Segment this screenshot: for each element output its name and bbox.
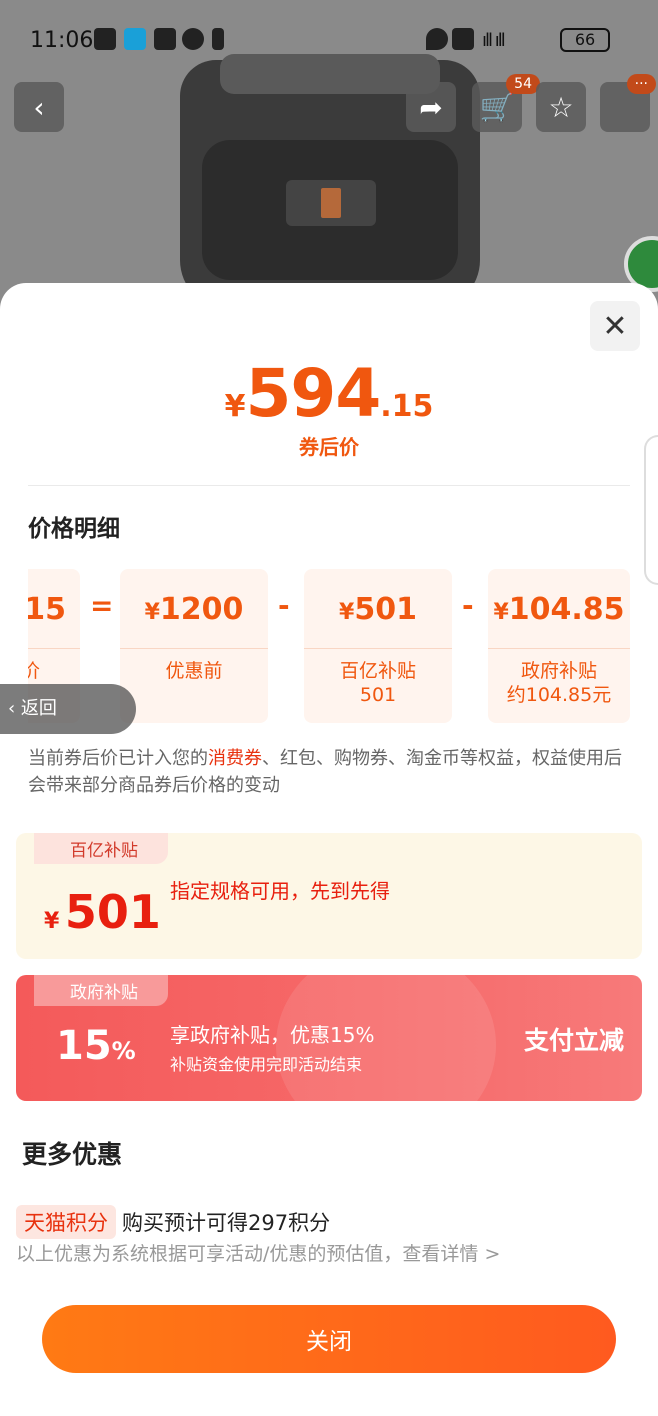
gov-percent: 15%: [56, 1023, 136, 1069]
subsidy-tag: 百亿补贴: [34, 833, 168, 864]
tmall-points-tag: 天猫积分: [16, 1205, 116, 1239]
subsidy-desc: 指定规格可用，先到先得: [170, 879, 390, 903]
chevron-left-icon: ‹: [33, 90, 45, 124]
price-label: 券后价: [299, 435, 359, 459]
gov-subsidy-card[interactable]: 政府补贴 15% 享政府补贴，优惠15% 补贴资金使用完即活动结束 支付立减: [16, 975, 642, 1101]
nfc-icon: [154, 28, 176, 50]
alarm-icon: [182, 28, 204, 50]
pay-discount-button[interactable]: 支付立减: [524, 1021, 624, 1057]
gov-line2: 补贴资金使用完即活动结束: [170, 1055, 363, 1074]
more-offers-title: 更多优惠: [22, 1140, 123, 1169]
breakdown-card-original: ¥1200 优惠前: [120, 569, 268, 723]
cart-icon: 🛒: [479, 90, 515, 124]
coupon-link[interactable]: 消费券: [208, 748, 262, 769]
gov-line1: 享政府补贴，优惠15%: [170, 1023, 375, 1047]
signal-icon: ıll ıll: [482, 30, 506, 51]
subsidy-card[interactable]: 百亿补贴 ¥ 501 指定规格可用，先到先得: [16, 833, 642, 959]
tmall-points-row: 天猫积分 购买预计可得297积分: [16, 1205, 330, 1239]
share-button[interactable]: ➦: [406, 82, 456, 132]
status-time: 11:06: [30, 28, 94, 53]
location-icon: [426, 28, 448, 50]
close-button[interactable]: 关闭: [42, 1305, 616, 1373]
minus-sign: -: [278, 589, 290, 622]
more-button[interactable]: ···: [600, 74, 656, 132]
cart-badge: 54: [506, 74, 540, 94]
price-note: 当前券后价已计入您的消费券、红包、购物券、淘金币等权益，权益使用后会带来部分商品…: [28, 748, 622, 796]
divider: [28, 485, 630, 486]
favorite-button[interactable]: ☆: [536, 82, 586, 132]
details-link[interactable]: 以上优惠为系统根据可享活动/优惠的预估值，查看详情 >: [16, 1239, 500, 1266]
breakdown-card-subsidy: ¥501 百亿补贴 501: [304, 569, 452, 723]
breakdown-title: 价格明细: [28, 516, 120, 542]
app-notification-icon: [94, 28, 116, 50]
star-icon: ☆: [548, 90, 574, 124]
price-detail-sheet: ✕ ¥594.15 券后价 价格明细 .15 价 = ¥1200 优惠前 - ¥…: [0, 283, 658, 1416]
mute-icon: [452, 28, 474, 50]
status-bar: 11:06 ıll ıll 66: [0, 0, 658, 78]
gov-tag: 政府补贴: [34, 975, 168, 1006]
breakdown-card-gov: ¥104.85 政府补贴 约104.85元: [488, 569, 630, 723]
bluetooth-icon: [212, 28, 224, 50]
close-icon[interactable]: ✕: [590, 301, 640, 351]
return-float-button[interactable]: ‹ 返回: [0, 684, 136, 734]
price-decimal: .15: [380, 389, 434, 424]
final-price: ¥594.15: [224, 355, 434, 432]
more-badge: ···: [626, 74, 656, 94]
price-integer: 594: [245, 355, 381, 432]
equals-sign: =: [90, 589, 114, 622]
minus-sign: -: [462, 589, 474, 622]
share-icon: ➦: [419, 90, 443, 124]
subsidy-amount: ¥ 501: [44, 885, 161, 939]
app-notification-icon: [124, 28, 146, 50]
back-button[interactable]: ‹: [14, 82, 64, 132]
battery-icon: 66: [560, 28, 610, 52]
cart-button[interactable]: 🛒 54: [472, 74, 540, 132]
